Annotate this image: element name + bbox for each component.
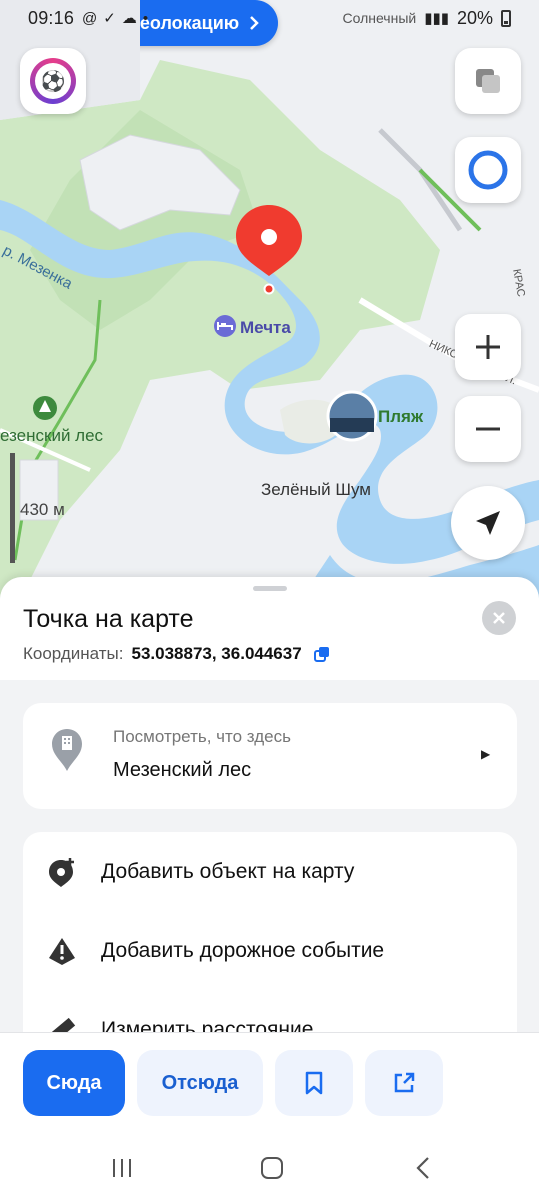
network-text: Солнечный	[342, 10, 417, 26]
bookmark-button[interactable]	[275, 1050, 353, 1116]
back-icon	[416, 1157, 429, 1179]
my-location-button[interactable]	[451, 486, 525, 560]
close-icon	[493, 612, 505, 624]
forest-label[interactable]: езенский лес	[0, 426, 103, 446]
whats-here-card[interactable]: Посмотреть, что здесь Мезенский лес ▶	[23, 703, 517, 809]
navigation-arrow-icon	[476, 511, 500, 535]
route-action-bar: Сюда Отсюда	[0, 1032, 539, 1130]
warning-icon	[47, 936, 77, 966]
zoom-out-button[interactable]	[455, 396, 521, 462]
back-button[interactable]	[403, 1150, 443, 1186]
at-icon: @	[82, 9, 98, 27]
route-to-button[interactable]: Сюда	[23, 1050, 125, 1116]
system-navigation-bar	[0, 1130, 539, 1200]
battery-icon	[501, 9, 511, 27]
status-bar: 09:16 @ ✓ ☁ • Солнечный ▮▮▮ 20%	[0, 0, 539, 36]
zoom-in-button[interactable]	[455, 314, 521, 380]
zeleny-shum-label: Зелёный Шум	[261, 480, 371, 499]
soccer-ball-icon: ⚽	[35, 63, 71, 99]
profile-button[interactable]: ⚽	[20, 48, 86, 114]
home-icon	[261, 1157, 283, 1179]
recent-apps-button[interactable]	[102, 1150, 142, 1186]
share-icon	[394, 1072, 415, 1093]
home-button[interactable]	[252, 1150, 292, 1186]
minus-icon	[476, 427, 500, 431]
mechta-label[interactable]: Мечта	[240, 318, 291, 338]
add-object-action[interactable]: Добавить объект на карту	[23, 842, 517, 902]
layers-button[interactable]	[455, 48, 521, 114]
coordinates-label: Координаты:	[23, 644, 124, 663]
play-arrow-icon: ▶	[481, 747, 491, 761]
add-road-event-label: Добавить дорожное событие	[101, 939, 385, 962]
status-left-icons: @ ✓ ☁ •	[82, 9, 149, 28]
actions-card: Добавить объект на карту Добавить дорожн…	[23, 832, 517, 1052]
alice-assistant-button[interactable]	[455, 137, 521, 203]
layers-icon	[476, 69, 500, 93]
status-right: Солнечный ▮▮▮ 20%	[342, 8, 511, 29]
dot-icon: •	[142, 9, 149, 27]
coordinates-row: Координаты: 53.038873, 36.044637	[23, 644, 330, 664]
beach-label[interactable]: Пляж	[378, 407, 423, 427]
add-place-icon	[47, 857, 77, 887]
copy-icon[interactable]	[313, 646, 330, 662]
whats-here-place: Мезенский лес	[113, 759, 252, 781]
cloud-icon: ☁	[121, 10, 137, 27]
pin-point	[263, 283, 275, 295]
beach-photo-icon[interactable]	[326, 390, 378, 442]
scale-bar	[10, 453, 15, 563]
sheet-title: Точка на карте	[23, 605, 194, 633]
add-object-label: Добавить объект на карту	[101, 860, 355, 883]
whats-here-subtitle: Посмотреть, что здесь	[113, 727, 291, 746]
coordinates-value[interactable]: 53.038873, 36.044637	[132, 644, 302, 664]
scale-label: 430 м	[20, 500, 65, 519]
map-view[interactable]: р. Мезенка Мечта Пляж Зелёный Шум езенск…	[0, 0, 539, 600]
check-circle-icon: ✓	[103, 10, 116, 27]
recent-apps-icon	[113, 1159, 131, 1177]
bookmark-icon	[305, 1071, 323, 1095]
route-from-button[interactable]: Отсюда	[137, 1050, 263, 1116]
sheet-header: Точка на карте Координаты: 53.038873, 36…	[0, 577, 539, 680]
add-road-event-action[interactable]: Добавить дорожное событие	[23, 921, 517, 981]
sheet-grabber[interactable]	[253, 586, 287, 591]
signal-icon: ▮▮▮	[424, 10, 449, 27]
share-button[interactable]	[365, 1050, 443, 1116]
plus-icon	[476, 335, 500, 359]
building-pin-icon	[52, 729, 82, 771]
alice-icon	[468, 150, 508, 190]
status-time: 09:16	[28, 7, 75, 28]
close-button[interactable]	[482, 601, 516, 635]
avatar: ⚽	[30, 58, 76, 104]
battery-percent: 20%	[456, 7, 493, 28]
